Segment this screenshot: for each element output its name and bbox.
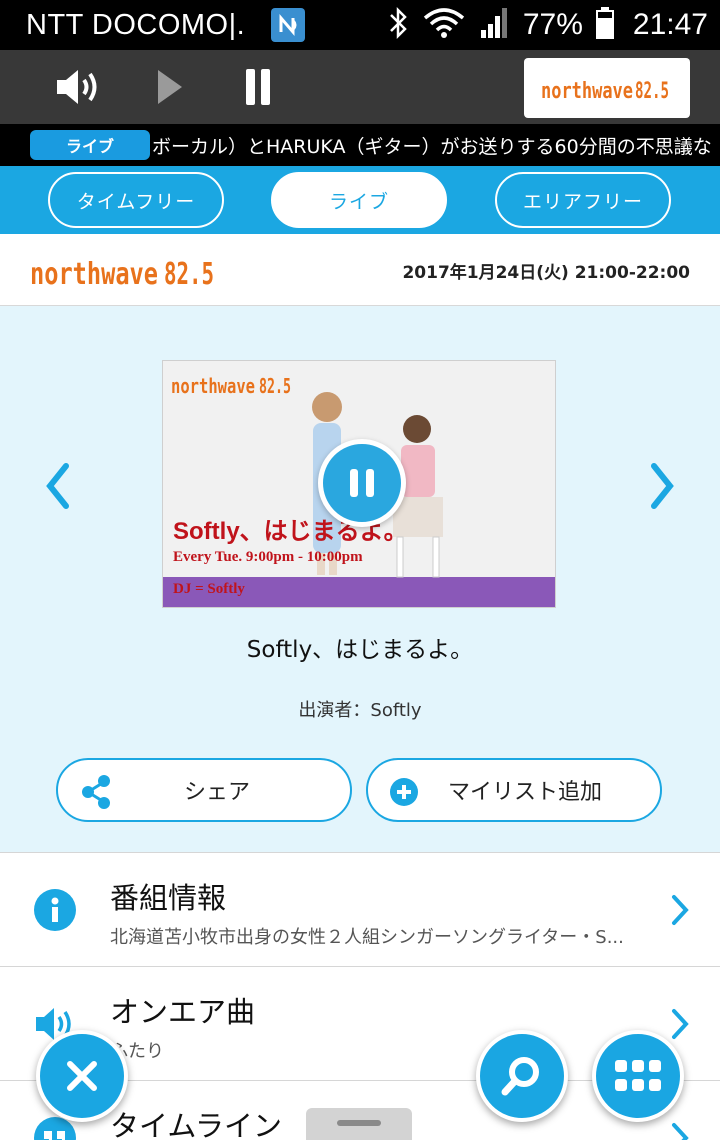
menu-grid-button[interactable] <box>592 1030 684 1122</box>
play-button[interactable] <box>140 62 196 112</box>
ticker-text: ボーカル）とHARUKA（ギター）がお送りする60分間の不思議な <box>152 136 712 158</box>
program-image[interactable]: northwave 82.5 Softly、はじまるよ。 Every Tue. … <box>162 360 556 608</box>
speaker-icon <box>57 70 97 104</box>
chevron-right-icon <box>672 1009 689 1039</box>
next-program-button[interactable] <box>642 456 682 516</box>
share-icon <box>82 775 110 809</box>
volume-button[interactable] <box>50 62 106 112</box>
add-to-mylist-label: マイリスト追加 <box>448 780 603 805</box>
battery-icon <box>595 6 615 44</box>
search-button[interactable] <box>476 1030 568 1122</box>
mode-tabs: タイムフリー ライブ エリアフリー <box>0 166 720 234</box>
play-icon <box>158 70 182 104</box>
chevron-right-icon <box>672 1123 689 1140</box>
close-menu-button[interactable] <box>36 1030 128 1122</box>
image-station-logo: northwave 82.5 <box>171 374 291 398</box>
station-logo-wordmark: northwave <box>30 257 158 292</box>
share-label: シェア <box>184 780 251 805</box>
image-logo-frequency: 82.5 <box>259 374 291 398</box>
drawer-handle-bar <box>337 1120 381 1126</box>
list-item-program-info[interactable]: 番組情報 北海道苫小牧市出身の女性２人組シンガーソングライター・S... <box>0 852 720 966</box>
broadcast-datetime: 2017年1月24日(火) 21:00-22:00 <box>402 263 690 283</box>
pause-icon <box>350 469 374 497</box>
station-header: northwave 82.5 2017年1月24日(火) 21:00-22:00 <box>0 234 720 306</box>
wifi-icon <box>421 6 467 44</box>
chevron-left-icon <box>46 463 69 509</box>
performer-label: 出演者：Softly <box>298 700 422 721</box>
logo-wordmark: northwave <box>541 79 633 104</box>
pause-icon <box>246 69 270 105</box>
plus-circle-icon <box>390 778 418 806</box>
chevron-right-icon <box>672 895 689 925</box>
list-item-title: タイムライン <box>110 1109 282 1140</box>
program-panel: northwave 82.5 Softly、はじまるよ。 Every Tue. … <box>0 306 720 852</box>
previous-program-button[interactable] <box>38 456 78 516</box>
chevron-right-icon <box>651 463 674 509</box>
signal-icon <box>479 6 511 44</box>
nfc-icon <box>271 8 306 42</box>
image-dj: DJ = Softly <box>173 581 245 597</box>
player-bar: northwave 82.5 <box>0 50 720 124</box>
station-logo: northwave 82.5 <box>30 257 214 292</box>
status-bar: NTT DOCOMO|. 77% 21:47 <box>0 0 720 50</box>
info-icon <box>34 889 76 931</box>
add-to-mylist-button[interactable]: マイリスト追加 <box>366 758 662 822</box>
image-schedule: Every Tue. 9:00pm - 10:00pm <box>173 549 363 565</box>
bluetooth-icon <box>387 6 409 44</box>
carrier-name: NTT DOCOMO|. <box>26 8 246 41</box>
list-item-title: オンエア曲 <box>110 995 256 1029</box>
close-icon <box>67 1061 97 1091</box>
station-logo-frequency: 82.5 <box>164 257 214 292</box>
search-icon <box>501 1057 539 1096</box>
tab-live[interactable]: ライブ <box>271 172 447 228</box>
tab-areafree[interactable]: エリアフリー <box>495 172 671 228</box>
pause-button[interactable] <box>230 62 286 112</box>
image-logo-wordmark: northwave <box>171 374 255 398</box>
battery-percent: 77% <box>522 8 583 41</box>
grid-icon <box>615 1060 661 1091</box>
live-badge: ライブ <box>30 130 150 160</box>
live-ticker: ライブ ボーカル）とHARUKA（ギター）がお送りする60分間の不思議な <box>0 124 720 166</box>
northwave-logo: northwave 82.5 <box>541 79 669 104</box>
clock: 21:47 <box>632 8 708 41</box>
list-item-title: 番組情報 <box>110 881 227 915</box>
drawer-handle[interactable] <box>306 1108 412 1140</box>
logo-frequency: 82.5 <box>635 79 669 104</box>
program-title: Softly、はじまるよ。 <box>246 637 474 663</box>
tab-timefree[interactable]: タイムフリー <box>48 172 224 228</box>
share-button[interactable]: シェア <box>56 758 352 822</box>
station-logo-button[interactable]: northwave 82.5 <box>524 58 690 118</box>
list-item-subtitle: 北海道苫小牧市出身の女性２人組シンガーソングライター・S... <box>110 927 624 948</box>
program-pause-button[interactable] <box>318 439 406 527</box>
